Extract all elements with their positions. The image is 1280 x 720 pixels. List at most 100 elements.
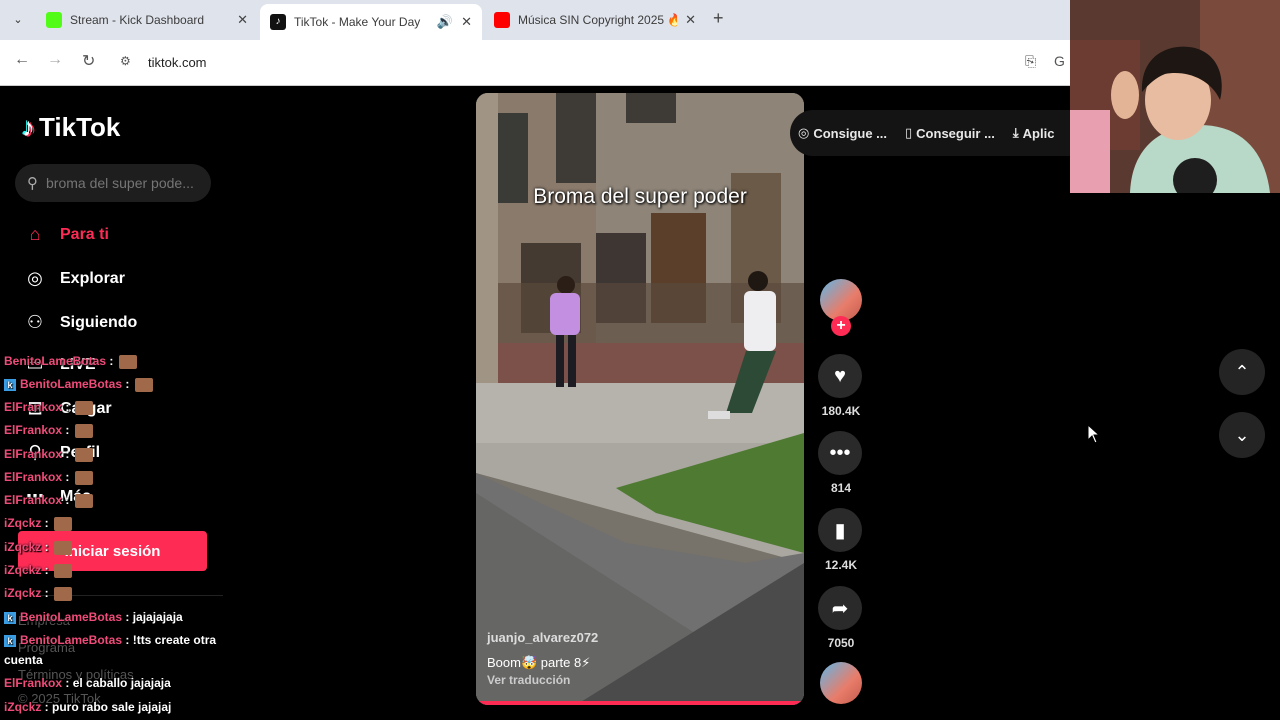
chat-username: iZqckz	[4, 563, 42, 577]
sub-badge-icon: k	[4, 634, 16, 647]
tiktok-logo[interactable]: ♪ TikTok	[22, 112, 120, 143]
chat-message: ElFrankox :	[4, 447, 93, 462]
chat-text: cuenta	[4, 653, 43, 667]
kick-favicon-icon	[46, 12, 62, 28]
chat-message: iZqckz :	[4, 586, 73, 601]
forward-icon[interactable]: →	[47, 51, 63, 69]
save-count: 12.4K	[824, 558, 858, 572]
reload-icon[interactable]: ↻	[82, 51, 95, 71]
chat-message: ElFrankox :	[4, 423, 93, 438]
top-action-bar: ◎ Consigue ... ▯ Conseguir ... ⤓ Aplic	[790, 110, 1080, 156]
chip-label: Conseguir ...	[916, 125, 995, 141]
stream-chat-overlay: BenitoLameBotas : k BenitoLameBotas : ElF…	[0, 350, 230, 720]
webcam-overlay	[1070, 0, 1280, 193]
chat-message: k BenitoLameBotas : !tts create otra	[4, 633, 216, 647]
save-action[interactable]: ▮ 12.4K	[818, 508, 864, 572]
close-tab-icon[interactable]: ✕	[237, 12, 248, 28]
new-tab-button[interactable]: +	[713, 8, 724, 29]
speaker-icon[interactable]: 🔊	[437, 14, 453, 30]
next-video-button[interactable]: ⌄	[1219, 412, 1265, 458]
chevron-down-icon: ⌄	[1234, 424, 1250, 445]
emote-icon	[54, 516, 73, 531]
download-app-chip[interactable]: ⤓ Aplic	[1013, 125, 1055, 141]
emote-icon	[74, 423, 93, 438]
tab-title: Música SIN Copyright 2025 🔥	[518, 13, 678, 27]
share-icon[interactable]: ➦	[818, 586, 862, 630]
chat-text: : !tts create otra	[122, 633, 217, 647]
music-disc-avatar[interactable]	[820, 662, 862, 704]
youtube-favicon-icon	[494, 12, 510, 28]
emote-icon	[74, 493, 93, 508]
tab-search-button[interactable]: ⌄	[8, 10, 28, 30]
like-action[interactable]: ♥ 180.4K	[818, 354, 864, 418]
emote-icon	[118, 354, 137, 369]
translate-link[interactable]: Ver traducción	[487, 673, 570, 687]
emote-icon	[54, 563, 73, 578]
search-box[interactable]: ⚲	[15, 164, 211, 202]
chevron-up-icon: ⌃	[1234, 361, 1250, 382]
chat-username: ElFrankox	[4, 423, 63, 437]
comment-action[interactable]: ••• 814	[818, 431, 864, 495]
chat-text: : puro rabo sale jajajaj	[41, 700, 172, 714]
chat-message: k BenitoLameBotas :	[4, 377, 153, 392]
emote-icon	[74, 470, 93, 485]
nav-item-explorar[interactable]: ◎ Explorar	[22, 268, 125, 289]
bookmark-icon[interactable]: ▮	[818, 508, 862, 552]
video-caption-overlay: Broma del super poder	[533, 185, 747, 208]
video-player[interactable]: Broma del super poder juanjo_alvarez072 …	[476, 93, 804, 705]
creator-avatar[interactable]	[820, 279, 862, 321]
compass-icon: ◎	[27, 268, 43, 288]
comment-icon[interactable]: •••	[818, 431, 862, 475]
chat-username: iZqckz	[4, 516, 42, 530]
tab-title: TikTok - Make Your Day	[294, 15, 421, 29]
emote-icon	[54, 586, 73, 601]
browser-toolbar: ← → ↻ ⚙ tiktok.com ⎘ G	[0, 40, 1070, 86]
chat-text: :	[122, 377, 133, 391]
mouse-cursor-icon	[1087, 424, 1101, 444]
get-app-chip[interactable]: ▯ Conseguir ...	[905, 125, 995, 141]
search-input[interactable]	[46, 175, 196, 191]
video-progress-bar[interactable]	[476, 701, 804, 705]
close-tab-icon[interactable]: ✕	[461, 14, 472, 30]
video-description: Boom🤯 parte 8⚡	[487, 655, 591, 670]
nav-item-para-ti[interactable]: ⌂ Para ti	[22, 224, 109, 245]
share-action[interactable]: ➦ 7050	[818, 586, 864, 650]
translate-icon[interactable]: G	[1054, 53, 1065, 69]
tab-kick-dashboard[interactable]: Stream - Kick Dashboard ✕	[36, 4, 258, 36]
chat-text: :	[41, 540, 53, 554]
chat-text: : el caballo jajajaja	[62, 676, 171, 690]
tab-youtube-music[interactable]: Música SIN Copyright 2025 🔥 ✕	[484, 4, 706, 36]
chip-label: Aplic	[1022, 125, 1055, 141]
get-coins-chip[interactable]: ◎ Consigue ...	[798, 125, 887, 141]
chat-username: ElFrankox	[4, 447, 63, 461]
chat-text: :	[62, 493, 73, 507]
chat-message: BenitoLameBotas :	[4, 354, 137, 369]
nav-item-siguiendo[interactable]: ⚇ Siguiendo	[22, 312, 137, 333]
chat-username: BenitoLameBotas	[20, 377, 123, 391]
coin-icon: ◎	[798, 125, 810, 140]
chat-username: BenitoLameBotas	[20, 633, 123, 647]
chat-message: iZqckz :	[4, 516, 73, 531]
tab-tiktok[interactable]: ♪ TikTok - Make Your Day 🔊 ✕	[260, 4, 482, 40]
heart-icon[interactable]: ♥	[818, 354, 862, 398]
close-tab-icon[interactable]: ✕	[685, 12, 696, 28]
like-count: 180.4K	[821, 404, 861, 418]
nav-label: Siguiendo	[60, 313, 138, 331]
follow-plus-icon[interactable]: +	[831, 316, 851, 336]
chat-username: iZqckz	[4, 700, 42, 714]
browser-chrome: ⌄ Stream - Kick Dashboard ✕ ♪ TikTok - M…	[0, 0, 1070, 86]
brand-name: TikTok	[39, 112, 121, 142]
chat-username: ElFrankox	[4, 676, 63, 690]
address-bar[interactable]: tiktok.com	[116, 46, 1056, 78]
back-icon[interactable]: ←	[14, 51, 30, 69]
chat-text: :	[41, 516, 53, 530]
streamer-webcam-image	[1070, 0, 1280, 193]
install-app-icon[interactable]: ⎘	[1025, 53, 1036, 70]
chat-username: BenitoLameBotas	[20, 610, 123, 624]
chat-message: ElFrankox :	[4, 400, 93, 415]
previous-video-button[interactable]: ⌃	[1219, 349, 1265, 395]
video-author[interactable]: juanjo_alvarez072	[487, 630, 598, 645]
nav-label: Explorar	[60, 269, 125, 287]
chat-text: : jajajajaja	[122, 610, 183, 624]
chat-username: ElFrankox	[4, 493, 63, 507]
